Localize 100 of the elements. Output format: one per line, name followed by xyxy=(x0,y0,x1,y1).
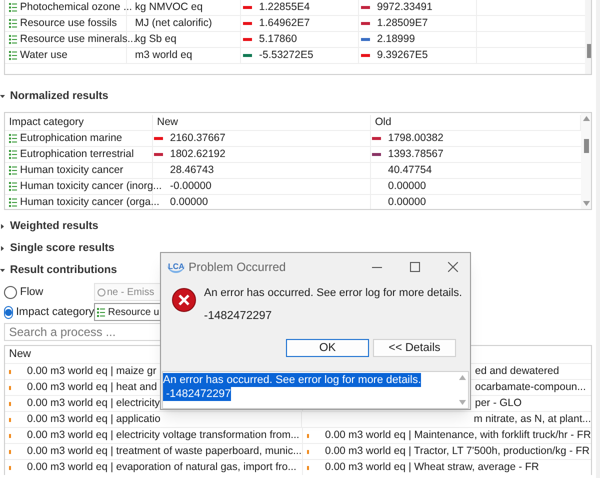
table-cell-text: 0.00000 xyxy=(387,178,426,194)
contribution-marker xyxy=(9,418,11,422)
caret-icon[interactable] xyxy=(0,94,5,98)
radio-label[interactable]: Flow xyxy=(20,284,44,300)
table-cell-text: 5.17860 xyxy=(258,32,297,47)
list-icon xyxy=(9,182,17,191)
table-cell-text: 0.00000 xyxy=(169,194,208,209)
column-header[interactable]: Old xyxy=(375,114,392,130)
table-cell-text: Human toxicity cancer xyxy=(20,162,124,178)
table-cell-text: 0.00 m3 world eq | applicatio xyxy=(27,412,160,427)
contribution-marker xyxy=(9,450,11,454)
list-icon xyxy=(9,35,17,44)
column-header[interactable]: Impact category xyxy=(9,114,84,130)
section-title[interactable]: Weighted results xyxy=(10,218,98,234)
section-title[interactable]: Result contributions xyxy=(10,262,117,278)
table-cell-text: 0.00 m3 world eq | Wheat straw, average - FR xyxy=(325,460,539,475)
list-icon xyxy=(97,308,105,316)
maximize-icon[interactable] xyxy=(410,262,420,272)
dropdown-value: ne - Emiss xyxy=(107,286,154,300)
contribution-marker xyxy=(9,370,11,374)
table-cell-text: 1.28509E7 xyxy=(376,16,428,31)
dropdown-value: Resource u xyxy=(108,306,160,320)
ok-button[interactable]: OK xyxy=(286,338,369,357)
error-code: -1482472297 xyxy=(204,308,273,324)
selected-text: An error has occurred. See error log for more details. xyxy=(163,372,422,387)
table-cell-text: ocarbamate-compoun... xyxy=(475,380,586,395)
table-cell-text: 1.64962E7 xyxy=(258,16,310,31)
details-button[interactable]: << Details xyxy=(373,338,456,357)
table-cell-text: 2160.37667 xyxy=(169,130,226,146)
caret-icon[interactable] xyxy=(0,268,5,272)
radio-label[interactable]: Impact category xyxy=(16,304,94,320)
table-cell-text: 1.22855E4 xyxy=(258,0,310,15)
table-cell-text: Resource use fossils xyxy=(20,16,117,31)
list-icon xyxy=(9,51,17,60)
list-icon xyxy=(9,3,17,12)
list-icon xyxy=(9,134,17,143)
contribution-marker xyxy=(307,466,309,470)
list-icon xyxy=(9,166,17,175)
table-cell-text: m3 world eq xyxy=(135,48,192,63)
contribution-marker xyxy=(307,434,309,438)
table-cell-text: 40.47754 xyxy=(387,162,432,178)
table-cell-text: 1798.00382 xyxy=(387,130,444,146)
caret-icon[interactable] xyxy=(0,246,5,250)
contribution-marker xyxy=(9,434,11,438)
table-cell-text: 1393.78567 xyxy=(387,146,444,162)
error-message: An error has occurred. See error log for more details. xyxy=(204,286,462,301)
app-logo: LCA xyxy=(167,262,186,272)
contribution-marker xyxy=(9,386,11,390)
table-cell-text: m nitrate, as N, at plant... xyxy=(474,412,591,427)
table-cell-text: Water use xyxy=(20,48,68,63)
table-cell-text: 0.00 m3 world eq | electricity voltage transformation from... xyxy=(27,428,300,443)
table-cell-text: 0.00 m3 world eq | evaporation of natural gas, import fro... xyxy=(27,460,296,475)
selected-text: -1482472297 xyxy=(163,386,231,401)
table-cell-text: Eutrophication marine xyxy=(20,130,122,146)
section-title[interactable]: Single score results xyxy=(10,240,115,256)
table-cell-text: MJ (net calorific) xyxy=(135,16,212,31)
error-icon xyxy=(172,288,196,312)
scrollbar-thumb[interactable] xyxy=(584,139,588,153)
table-cell-text: -0.00000 xyxy=(169,178,212,194)
table-cell-text: kg NMVOC eq xyxy=(135,0,203,15)
list-icon xyxy=(9,198,17,207)
close-icon[interactable] xyxy=(448,262,458,272)
table-cell-text: 28.46743 xyxy=(169,162,214,178)
table-cell-text: -5.53272E5 xyxy=(258,48,314,63)
table-cell-text: per - GLO xyxy=(475,396,522,411)
table-cell-text: 2.18999 xyxy=(376,32,415,47)
table-cell-text: 9972.33491 xyxy=(376,0,432,15)
scrollbar[interactable] xyxy=(581,113,591,209)
table-cell-text: 0.00 m3 world eq | Tractor, LT 7'500h, production/kg - FR xyxy=(325,444,590,459)
list-icon xyxy=(9,19,17,28)
scrollbar-thumb[interactable] xyxy=(587,44,591,58)
flow-icon xyxy=(97,288,106,296)
section-title[interactable]: Normalized results xyxy=(10,88,108,104)
table-cell-text: 0.00000 xyxy=(387,194,426,209)
scroll-down-icon[interactable] xyxy=(582,201,590,206)
column-header[interactable]: New xyxy=(9,346,32,363)
dialog-title: Problem Occurred xyxy=(188,259,287,276)
table-cell: Human toxicity cancer (orga... xyxy=(20,194,160,209)
table-cell-text: Human toxicity cancer (inorg... xyxy=(20,178,162,194)
table-cell-text: 0.00 m3 world eq | maize gr xyxy=(27,364,156,379)
table-cell-text: Resource use minerals... xyxy=(20,32,136,47)
table-cell-text: Photochemical ozone ... xyxy=(20,0,132,15)
scroll-up-icon[interactable] xyxy=(582,116,590,121)
caret-icon[interactable] xyxy=(0,224,5,228)
contribution-marker xyxy=(307,450,309,454)
table-cell-text: 1802.62192 xyxy=(169,146,226,162)
contribution-marker xyxy=(9,402,11,406)
table-cell-text: 9.39267E5 xyxy=(376,48,428,63)
contribution-marker xyxy=(9,466,11,470)
radio-button[interactable] xyxy=(4,286,17,298)
table-cell-text: 0.00 m3 world eq | treatment of waste paperboard, munic... xyxy=(27,444,302,459)
column-header[interactable]: New xyxy=(157,114,178,130)
table-cell-text: kg Sb eq xyxy=(135,32,176,47)
list-icon xyxy=(9,150,17,159)
table-cell-text: ed and dewatered xyxy=(475,364,560,379)
table-cell-text: 0.00 m3 world eq | heat and xyxy=(27,380,157,395)
table-cell-text: 0.00 m3 world eq | Maintenance, with forklift truck/hr - FR xyxy=(325,428,591,443)
table-cell-text: 0.00 m3 world eq | electricity xyxy=(27,396,160,411)
table-cell-text: Eutrophication terrestrial xyxy=(20,146,134,162)
radio-button[interactable] xyxy=(4,306,13,318)
